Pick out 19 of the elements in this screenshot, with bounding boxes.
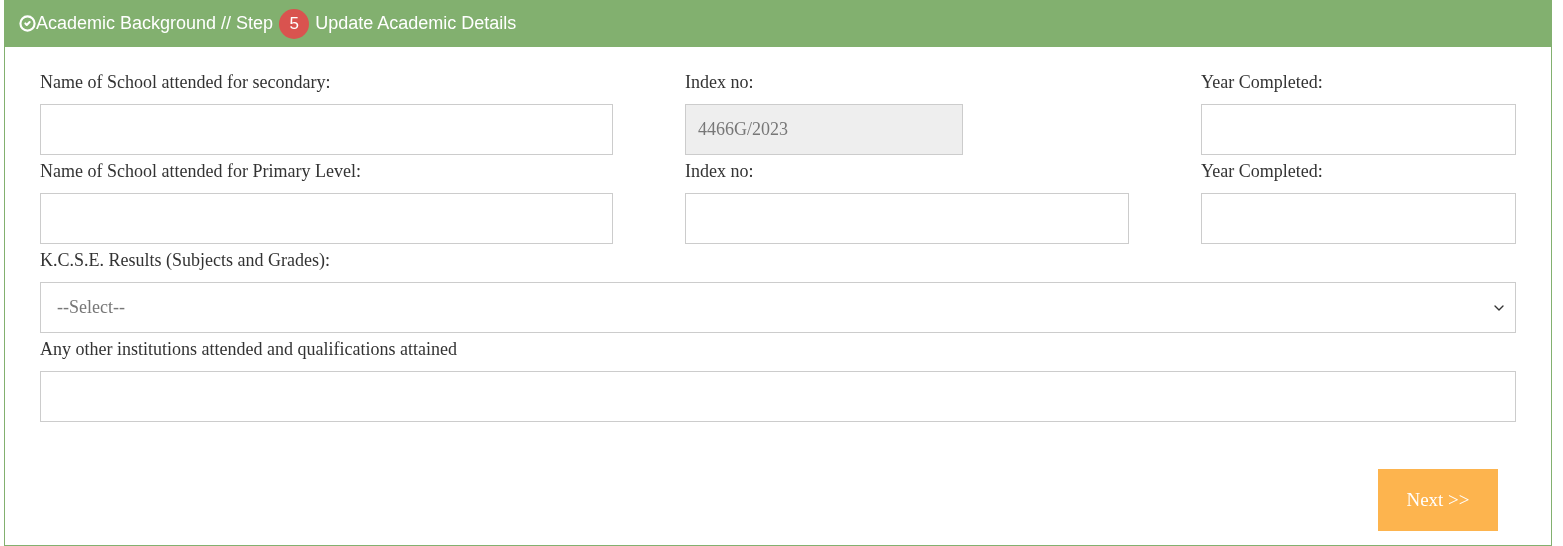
- input-field[interactable]: [40, 104, 613, 155]
- field-label: Index no:: [685, 71, 754, 93]
- field-label: Year Completed:: [1201, 71, 1323, 93]
- header-subtitle: Update Academic Details: [315, 13, 517, 34]
- step-badge: 5: [279, 8, 310, 39]
- field-label: Name of School attended for secondary:: [40, 71, 331, 93]
- input-field[interactable]: [40, 193, 613, 244]
- input-field[interactable]: [685, 193, 1129, 244]
- field-label: K.C.S.E. Results (Subjects and Grades):: [40, 249, 330, 271]
- field-label: Index no:: [685, 160, 754, 182]
- input-field[interactable]: [1201, 193, 1516, 244]
- input-field[interactable]: [40, 371, 1516, 422]
- header-title: Academic Background // Step: [36, 13, 274, 34]
- field-label: Name of School attended for Primary Level:: [40, 160, 361, 182]
- input-field[interactable]: [1201, 104, 1516, 155]
- results-select[interactable]: --Select--: [40, 282, 1516, 333]
- field-label: Any other institutions attended and qualifications attained: [40, 338, 457, 360]
- field-label: Year Completed:: [1201, 160, 1323, 182]
- check-circle-icon: [19, 15, 36, 32]
